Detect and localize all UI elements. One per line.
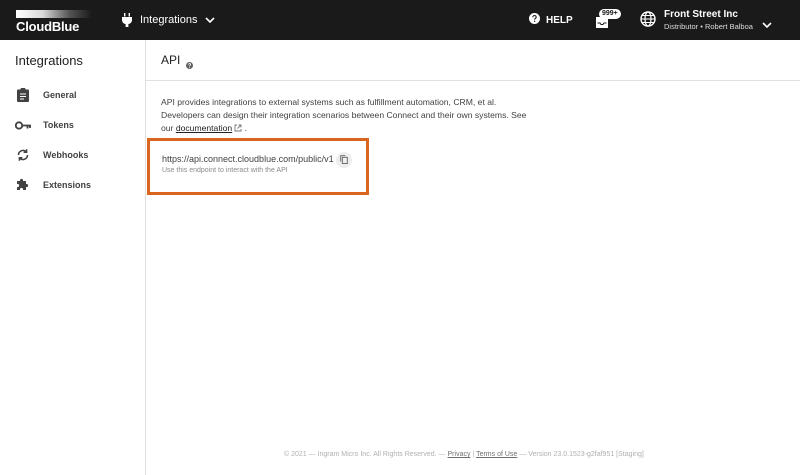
sidebar: Integrations General Tokens Webhooks Ext… (0, 40, 146, 475)
description-text: . (244, 123, 247, 133)
main-content: API API provides integrations to externa… (146, 40, 800, 475)
account-role: Distributor • Robert Balboa (664, 22, 753, 31)
copy-icon (340, 151, 348, 169)
sync-icon (15, 147, 31, 163)
inbox-count-badge: 999+ (599, 9, 621, 19)
sidebar-item-extensions[interactable]: Extensions (0, 172, 145, 198)
help-label: HELP (546, 14, 573, 26)
key-icon (15, 117, 31, 133)
description-line: API provides integrations to external sy… (161, 97, 497, 107)
sidebar-item-label: Extensions (43, 180, 92, 190)
api-endpoint-hint: Use this endpoint to interact with the A… (162, 167, 288, 174)
page-title: API (161, 53, 181, 67)
footer-version: — Version 23.0.1523-g2faf951 [Staging] (519, 451, 644, 458)
description-text: our (161, 123, 174, 133)
sidebar-item-label: Tokens (43, 120, 74, 130)
sidebar-item-webhooks[interactable]: Webhooks (0, 142, 145, 168)
privacy-link[interactable]: Privacy (448, 451, 471, 458)
top-bar: CloudBlue Integrations HELP 999+ Front S… (0, 0, 800, 40)
inbox-button[interactable]: 999+ (595, 9, 621, 31)
sidebar-item-tokens[interactable]: Tokens (0, 112, 145, 138)
cloudblue-logo[interactable]: CloudBlue (16, 10, 92, 34)
description-line: our documentation . (161, 122, 551, 136)
sidebar-item-general[interactable]: General (0, 82, 145, 108)
api-endpoint-card: https://api.connect.cloudblue.com/public… (147, 138, 369, 195)
footer-separator: | (472, 451, 475, 458)
globe-icon (640, 10, 656, 32)
help-circle-icon (529, 13, 540, 27)
api-endpoint-url[interactable]: https://api.connect.cloudblue.com/public… (162, 154, 334, 164)
sidebar-item-label: General (43, 90, 77, 100)
module-label: Integrations (140, 14, 198, 26)
logo-text: CloudBlue (16, 19, 80, 34)
chevron-down-icon (205, 17, 216, 23)
terms-link[interactable]: Terms of Use (476, 451, 517, 458)
logo-gradient-bar (16, 10, 92, 18)
plug-icon (122, 13, 132, 27)
account-switcher[interactable]: Front Street Inc Distributor • Robert Ba… (640, 9, 772, 33)
account-name: Front Street Inc (664, 9, 738, 20)
copy-button[interactable] (336, 152, 352, 168)
chevron-down-icon (762, 15, 772, 33)
sidebar-item-label: Webhooks (43, 150, 89, 160)
clipboard-icon (15, 87, 31, 103)
api-description: API provides integrations to external sy… (161, 96, 551, 136)
help-circle-icon[interactable] (186, 56, 193, 74)
page-header: API (146, 40, 800, 81)
account-info: Front Street Inc Distributor • Robert Ba… (664, 9, 753, 33)
description-line: Developers can design their integration … (161, 110, 527, 120)
help-button[interactable]: HELP (529, 13, 573, 27)
module-switcher[interactable]: Integrations (122, 12, 216, 28)
puzzle-icon (15, 177, 31, 193)
footer: © 2021 — Ingram Micro Inc. All Rights Re… (284, 451, 644, 458)
documentation-link[interactable]: documentation (176, 123, 232, 133)
sidebar-title: Integrations (15, 53, 83, 68)
footer-copyright: © 2021 — Ingram Micro Inc. All Rights Re… (284, 451, 446, 458)
external-link-icon (234, 123, 242, 136)
